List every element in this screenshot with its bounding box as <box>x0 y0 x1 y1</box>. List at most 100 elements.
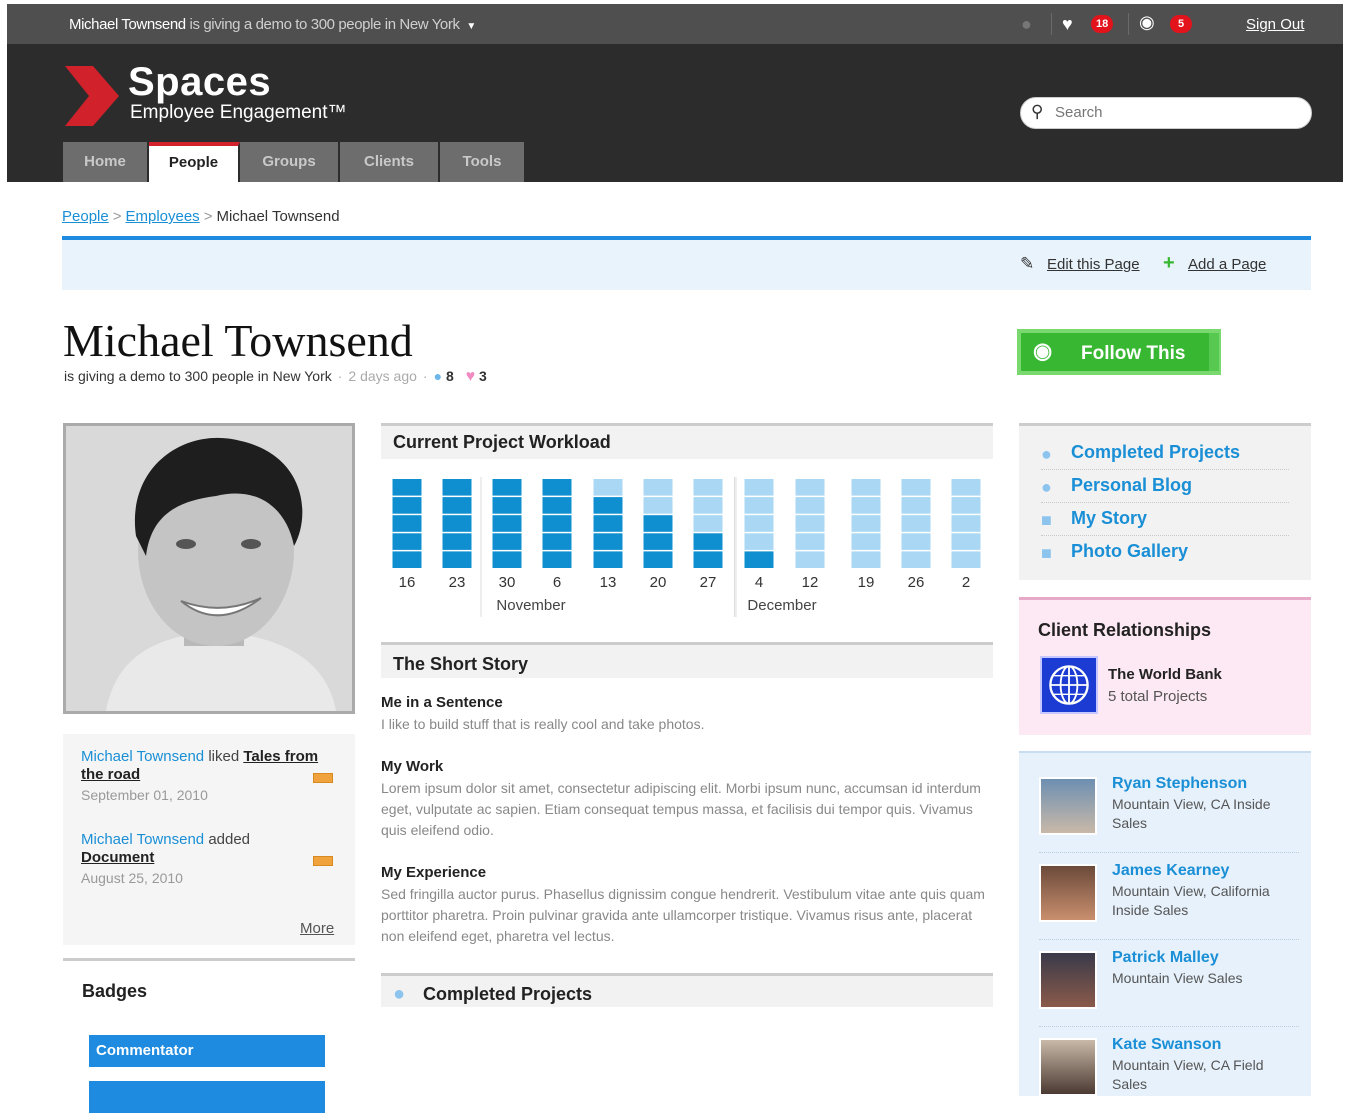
bar-segment <box>795 551 825 568</box>
bar-segment <box>693 479 723 496</box>
chart-bar[interactable] <box>951 479 981 568</box>
x-tick-label: 2 <box>962 574 970 591</box>
bar-segment <box>392 497 422 514</box>
client-name[interactable]: The World Bank <box>1108 666 1222 683</box>
like-count[interactable]: 3 <box>479 368 487 384</box>
person-name[interactable]: James Kearney <box>1112 862 1229 880</box>
chart-bar[interactable] <box>744 479 774 568</box>
x-tick-label: 27 <box>700 574 717 591</box>
bar-segment <box>851 551 881 568</box>
watch-count-badge[interactable]: 5 <box>1170 15 1192 33</box>
badge-item[interactable] <box>89 1081 325 1113</box>
bar-segment <box>643 533 673 550</box>
tab-home[interactable]: Home <box>63 142 149 182</box>
search-input[interactable] <box>1055 104 1295 121</box>
logo-chevron-icon[interactable] <box>65 66 119 126</box>
chart-bar[interactable] <box>392 479 422 568</box>
tab-tools[interactable]: Tools <box>440 142 526 182</box>
breadcrumb-employees[interactable]: Employees <box>125 208 199 225</box>
activity-user[interactable]: Michael Townsend <box>81 831 204 848</box>
bar-segment <box>492 533 522 550</box>
chat-icon[interactable]: ● <box>1021 14 1032 35</box>
activity-date: August 25, 2010 <box>81 870 183 886</box>
status-user[interactable]: Michael Townsend <box>69 16 186 33</box>
badges-panel: Badges Commentator <box>63 958 355 1113</box>
chart-bar[interactable] <box>795 479 825 568</box>
tab-clients[interactable]: Clients <box>340 142 440 182</box>
activity-verb: added <box>208 831 251 848</box>
globe-icon[interactable] <box>1040 656 1098 714</box>
chart-bar[interactable] <box>593 479 623 568</box>
activity-object[interactable]: Document <box>81 849 321 867</box>
list-item[interactable]: Kate Swanson Mountain View, CA Field Sal… <box>1039 1034 1299 1114</box>
chart-bar[interactable] <box>851 479 881 568</box>
chart-bar[interactable] <box>442 479 472 568</box>
list-item[interactable]: Patrick Malley Mountain View Sales <box>1039 947 1299 1027</box>
chevron-down-icon[interactable]: ▼ <box>466 21 476 32</box>
bar-segment <box>442 479 472 496</box>
completed-title: Completed Projects <box>423 984 593 1004</box>
likes-count-badge[interactable]: 18 <box>1091 15 1114 33</box>
comment-icon[interactable]: ● <box>434 368 442 384</box>
person-location: Mountain View Sales <box>1112 970 1243 986</box>
person-name[interactable]: Kate Swanson <box>1112 1036 1221 1054</box>
bar-segment <box>744 533 774 550</box>
bar-segment <box>593 533 623 550</box>
activity-user[interactable]: Michael Townsend <box>81 748 204 765</box>
breadcrumb-people[interactable]: People <box>62 208 109 225</box>
eye-icon[interactable]: ◉ <box>1139 12 1155 33</box>
list-item[interactable]: Ryan Stephenson Mountain View, CA Inside… <box>1039 773 1299 853</box>
x-tick-label: 23 <box>449 574 466 591</box>
link-completed-projects[interactable]: ● Completed Projects <box>1041 438 1289 470</box>
user-status[interactable]: Michael Townsend is giving a demo to 300… <box>69 16 476 33</box>
avatar[interactable] <box>1039 951 1097 1009</box>
completed-header: ● Completed Projects <box>381 973 993 1007</box>
sign-out-link[interactable]: Sign Out <box>1246 16 1304 33</box>
search-box[interactable]: ⚲ <box>1020 97 1312 129</box>
link-my-story[interactable]: ■ My Story <box>1041 504 1289 536</box>
edit-page-link[interactable]: Edit this Page <box>1047 256 1140 273</box>
page-title: Michael Townsend <box>63 315 413 366</box>
avatar[interactable] <box>1039 864 1097 922</box>
x-tick-label: 6 <box>553 574 561 591</box>
activity-feed: Michael Townsend liked Tales from the ro… <box>63 734 355 945</box>
badge-commentator[interactable]: Commentator <box>89 1035 325 1067</box>
tab-people[interactable]: People <box>149 142 240 182</box>
bar-segment <box>392 533 422 550</box>
link-photo-gallery[interactable]: ■ Photo Gallery <box>1041 537 1289 569</box>
avatar[interactable] <box>1039 777 1097 835</box>
add-page-link[interactable]: Add a Page <box>1188 256 1266 273</box>
brand-name[interactable]: Spaces <box>128 60 271 105</box>
bar-segment <box>951 515 981 532</box>
bar-segment <box>542 515 572 532</box>
link-personal-blog[interactable]: ● Personal Blog <box>1041 471 1289 503</box>
chart-bar[interactable] <box>643 479 673 568</box>
bar-segment <box>643 479 673 496</box>
divider <box>1128 13 1129 35</box>
sentence-text: I like to build stuff that is really coo… <box>381 716 705 732</box>
eye-icon: ◉ <box>1033 338 1053 363</box>
more-link[interactable]: More <box>300 920 334 937</box>
tab-groups[interactable]: Groups <box>240 142 340 182</box>
status-text: is giving a demo to 300 people in New Yo… <box>64 368 332 384</box>
clients-title: Client Relationships <box>1038 620 1212 640</box>
follow-button[interactable]: ◉ Follow This <box>1017 329 1221 375</box>
bar-segment <box>851 497 881 514</box>
chart-bar[interactable] <box>901 479 931 568</box>
chart-bar[interactable] <box>492 479 522 568</box>
person-name[interactable]: Ryan Stephenson <box>1112 775 1247 793</box>
avatar[interactable] <box>1039 1038 1097 1096</box>
profile-status: is giving a demo to 300 people in New Yo… <box>64 368 487 385</box>
bar-segment <box>901 533 931 550</box>
list-item[interactable]: James Kearney Mountain View, California … <box>1039 860 1299 940</box>
person-name[interactable]: Patrick Malley <box>1112 949 1219 967</box>
comment-count[interactable]: 8 <box>446 368 454 384</box>
bar-segment <box>392 551 422 568</box>
x-tick-label: 19 <box>858 574 875 591</box>
bar-segment <box>442 551 472 568</box>
breadcrumb-current: Michael Townsend <box>216 208 340 225</box>
chart-bar[interactable] <box>542 479 572 568</box>
heart-icon[interactable]: ♥ <box>1062 14 1073 35</box>
heart-icon[interactable]: ♥ <box>466 368 476 385</box>
chart-bar[interactable] <box>693 479 723 568</box>
